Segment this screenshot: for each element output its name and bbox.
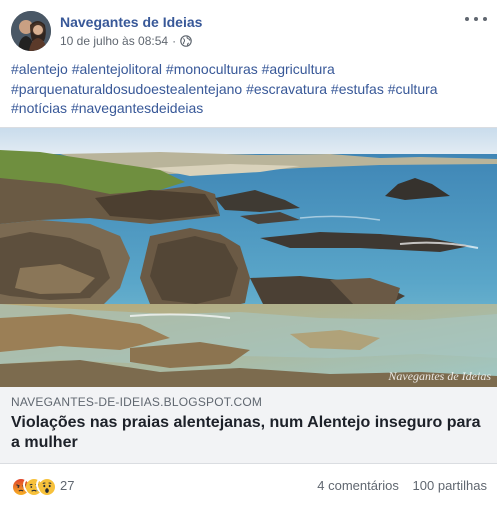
post-footer: 27 4 comentários 100 partilhas — [0, 465, 497, 506]
hashtag-link[interactable]: #alentejolitoral — [72, 61, 162, 77]
reactions-summary[interactable]: 27 — [10, 476, 74, 495]
shares-count[interactable]: 100 partilhas — [413, 478, 487, 493]
post-caption: #alentejo #alentejolitoral #monoculturas… — [11, 60, 489, 119]
hashtag-link[interactable]: #estufas — [331, 81, 384, 97]
more-dot — [465, 17, 469, 21]
hashtag-link[interactable]: #parquenaturaldosudoestealentejano — [11, 81, 242, 97]
reaction-count[interactable]: 27 — [60, 478, 74, 493]
post-timestamp[interactable]: 10 de julho às 08:54 — [60, 34, 168, 48]
image-watermark: Navegantes de Ideias — [388, 369, 491, 383]
hashtag-link[interactable]: #notícias — [11, 100, 67, 116]
link-title[interactable]: Violações nas praias alentejanas, num Al… — [11, 413, 491, 453]
post-meta: 10 de julho às 08:54 · — [60, 34, 192, 48]
more-dot — [483, 17, 487, 21]
hashtag-link[interactable]: #escravatura — [246, 81, 327, 97]
link-preview-card[interactable]: NAVEGANTES-DE-IDEIAS.BLOGSPOT.COM Violaç… — [0, 387, 497, 464]
link-domain: NAVEGANTES-DE-IDEIAS.BLOGSPOT.COM — [11, 395, 263, 409]
post-stats: 4 comentários 100 partilhas — [317, 478, 487, 493]
wow-reaction-icon — [36, 476, 55, 495]
post-header: Navegantes de Ideias 10 de julho às 08:5… — [0, 0, 497, 58]
comments-count[interactable]: 4 comentários — [317, 478, 399, 493]
hashtag-link[interactable]: #navegantesdeideias — [71, 100, 203, 116]
more-options-icon[interactable] — [465, 12, 487, 26]
link-preview-image[interactable]: Navegantes de Ideias — [0, 127, 497, 387]
hashtag-link[interactable]: #agricultura — [262, 61, 335, 77]
hashtag-link[interactable]: #cultura — [388, 81, 438, 97]
meta-separator: · — [172, 34, 177, 48]
avatar[interactable] — [11, 11, 51, 51]
more-dot — [474, 17, 478, 21]
hashtag-link[interactable]: #monoculturas — [166, 61, 258, 77]
author-name[interactable]: Navegantes de Ideias — [60, 14, 202, 30]
globe-icon[interactable] — [180, 35, 192, 47]
hashtag-link[interactable]: #alentejo — [11, 61, 68, 77]
